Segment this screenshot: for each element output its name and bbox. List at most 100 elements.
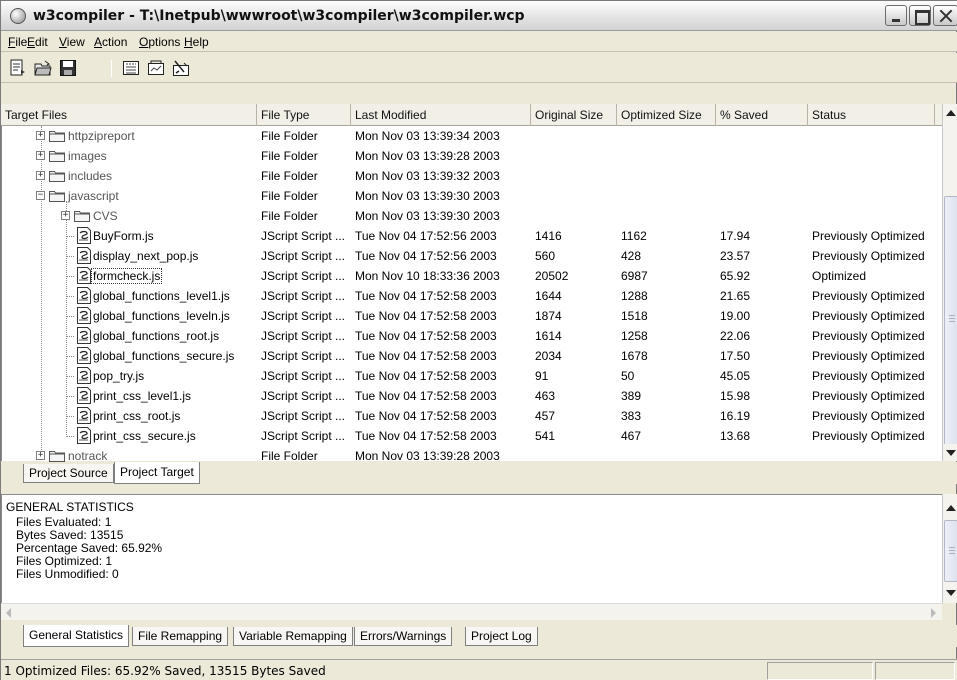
file-status: Previously Optimized xyxy=(812,409,925,423)
file-name[interactable]: BuyForm.js xyxy=(91,228,156,244)
tab-project-target[interactable]: Project Target xyxy=(114,462,200,484)
table-row[interactable]: + includes File Folder Mon Nov 03 13:39:32 … xyxy=(2,166,943,186)
expand-icon[interactable]: + xyxy=(36,451,45,460)
new-project-icon[interactable] xyxy=(9,59,27,77)
file-status: Previously Optimized xyxy=(812,349,925,363)
table-row[interactable]: BuyForm.js JScript Script ... Tue Nov 04 1… xyxy=(2,226,943,246)
file-type: JScript Script ... xyxy=(261,349,346,363)
file-name[interactable]: includes xyxy=(66,168,114,184)
file-list-scrollbar[interactable] xyxy=(942,104,957,461)
table-row[interactable]: formcheck.js JScript Script ... Mon Nov 10… xyxy=(2,266,943,286)
table-row[interactable]: global_functions_root.js JScript Script .… xyxy=(2,326,943,346)
scroll-right-icon[interactable] xyxy=(931,608,936,618)
stats-scroll-thumb[interactable] xyxy=(944,520,957,582)
table-row[interactable]: + images File Folder Mon Nov 03 13:39:28 20… xyxy=(2,146,943,166)
last-modified: Tue Nov 04 17:52:56 2003 xyxy=(355,249,497,263)
menu-options[interactable]: Options xyxy=(139,35,180,49)
column-header[interactable]: Status xyxy=(808,104,935,126)
file-name[interactable]: display_next_pop.js xyxy=(91,248,200,264)
table-row[interactable]: display_next_pop.js JScript Script ... Tue… xyxy=(2,246,943,266)
table-row[interactable]: + CVS File Folder Mon Nov 03 13:39:30 2003 xyxy=(2,206,943,226)
menu-help[interactable]: Help xyxy=(184,35,209,49)
menu-action[interactable]: Action xyxy=(94,35,127,49)
save-icon[interactable] xyxy=(59,59,77,77)
scroll-down-button[interactable] xyxy=(943,444,957,461)
compile-icon[interactable] xyxy=(122,59,140,77)
column-header[interactable]: Target Files xyxy=(1,104,257,126)
tab-general-statistics[interactable]: General Statistics xyxy=(23,625,130,647)
expand-icon[interactable]: + xyxy=(61,211,70,220)
table-row[interactable]: print_css_level1.js JScript Script ... Tue… xyxy=(2,386,943,406)
table-row[interactable]: global_functions_level1.js JScript Script… xyxy=(2,286,943,306)
jscript-file-icon xyxy=(76,247,92,264)
menu-edit[interactable]: Edit xyxy=(27,35,48,49)
table-row[interactable]: pop_try.js JScript Script ... Tue Nov 04 1… xyxy=(2,366,943,386)
stats-horizontal-scrollbar[interactable] xyxy=(1,603,942,620)
optimized-size: 50 xyxy=(621,369,635,383)
table-row[interactable]: global_functions_secure.js JScript Script… xyxy=(2,346,943,366)
title-bar[interactable]: w3compiler - T:\Inetpub\wwwroot\w3compil… xyxy=(1,1,957,31)
column-header[interactable]: % Saved xyxy=(716,104,808,126)
stats-scroll-down-button[interactable] xyxy=(943,584,957,601)
tab-variable-remapping[interactable]: Variable Remapping xyxy=(233,627,353,646)
last-modified: Mon Nov 03 13:39:28 2003 xyxy=(355,449,500,463)
table-row[interactable]: print_css_secure.js JScript Script ... Tue… xyxy=(2,426,943,446)
scroll-thumb[interactable] xyxy=(944,196,957,446)
tree-line xyxy=(66,276,74,277)
tab-project-log[interactable]: Project Log xyxy=(465,627,538,646)
file-name[interactable]: CVS xyxy=(91,208,120,224)
scroll-left-icon[interactable] xyxy=(6,608,11,618)
percent-saved: 65.92 xyxy=(720,269,751,283)
file-name[interactable]: print_css_secure.js xyxy=(91,428,198,444)
file-name[interactable]: global_functions_level1.js xyxy=(91,288,232,304)
column-header[interactable]: Last Modified xyxy=(351,104,531,126)
stats-scrollbar[interactable] xyxy=(942,494,957,603)
percent-saved: 16.19 xyxy=(720,409,751,423)
table-row[interactable]: − javascript File Folder Mon Nov 03 13:39:3… xyxy=(2,186,943,206)
file-status: Previously Optimized xyxy=(812,429,925,443)
percent-saved: 19.00 xyxy=(720,309,751,323)
file-name[interactable]: javascript xyxy=(66,188,121,204)
file-name[interactable]: global_functions_root.js xyxy=(91,328,221,344)
jscript-file-icon xyxy=(76,287,92,304)
file-name[interactable]: pop_try.js xyxy=(91,368,146,384)
close-button[interactable] xyxy=(933,5,957,26)
column-header[interactable]: Optimized Size xyxy=(617,104,716,126)
table-row[interactable]: global_functions_leveln.js JScript Script… xyxy=(2,306,943,326)
collapse-icon[interactable]: − xyxy=(36,191,45,200)
menu-file[interactable]: File xyxy=(8,35,27,49)
file-name[interactable]: images xyxy=(66,148,109,164)
tab-project-source[interactable]: Project Source xyxy=(23,464,114,483)
column-header[interactable]: Original Size xyxy=(531,104,617,126)
percent-saved: 15.98 xyxy=(720,389,751,403)
last-modified: Tue Nov 04 17:52:58 2003 xyxy=(355,389,497,403)
clean-icon[interactable] xyxy=(172,59,190,77)
maximize-button[interactable] xyxy=(909,5,931,26)
open-folder-icon[interactable] xyxy=(34,59,52,77)
last-modified: Mon Nov 03 13:39:30 2003 xyxy=(355,209,500,223)
file-name[interactable]: formcheck.js xyxy=(91,268,163,284)
w3compiler-globe-icon[interactable] xyxy=(10,8,26,24)
file-name[interactable]: httpzipreport xyxy=(66,128,137,144)
tab-errors-warnings[interactable]: Errors/Warnings xyxy=(354,627,453,646)
file-type: File Folder xyxy=(261,169,318,183)
expand-icon[interactable]: + xyxy=(36,171,45,180)
table-row[interactable]: + httpzipreport File Folder Mon Nov 03 13:3… xyxy=(2,126,943,146)
file-name[interactable]: global_functions_secure.js xyxy=(91,348,236,364)
tab-file-remapping[interactable]: File Remapping xyxy=(132,627,229,646)
file-name[interactable]: global_functions_leveln.js xyxy=(91,308,232,324)
optimize-icon[interactable] xyxy=(147,59,165,77)
column-header[interactable]: File Type xyxy=(257,104,351,126)
stats-scroll-up-button[interactable] xyxy=(943,499,957,516)
menu-view[interactable]: View xyxy=(59,35,85,49)
expand-icon[interactable]: + xyxy=(36,151,45,160)
folder-icon xyxy=(49,129,65,142)
table-row[interactable]: print_css_root.js JScript Script ... Tue N… xyxy=(2,406,943,426)
minimize-button[interactable] xyxy=(885,5,907,26)
scroll-up-button[interactable] xyxy=(943,104,957,121)
expand-icon[interactable]: + xyxy=(36,131,45,140)
file-name[interactable]: print_css_root.js xyxy=(91,408,182,424)
file-name[interactable]: print_css_level1.js xyxy=(91,388,193,404)
optimized-size: 1678 xyxy=(621,349,648,363)
original-size: 541 xyxy=(535,429,556,443)
